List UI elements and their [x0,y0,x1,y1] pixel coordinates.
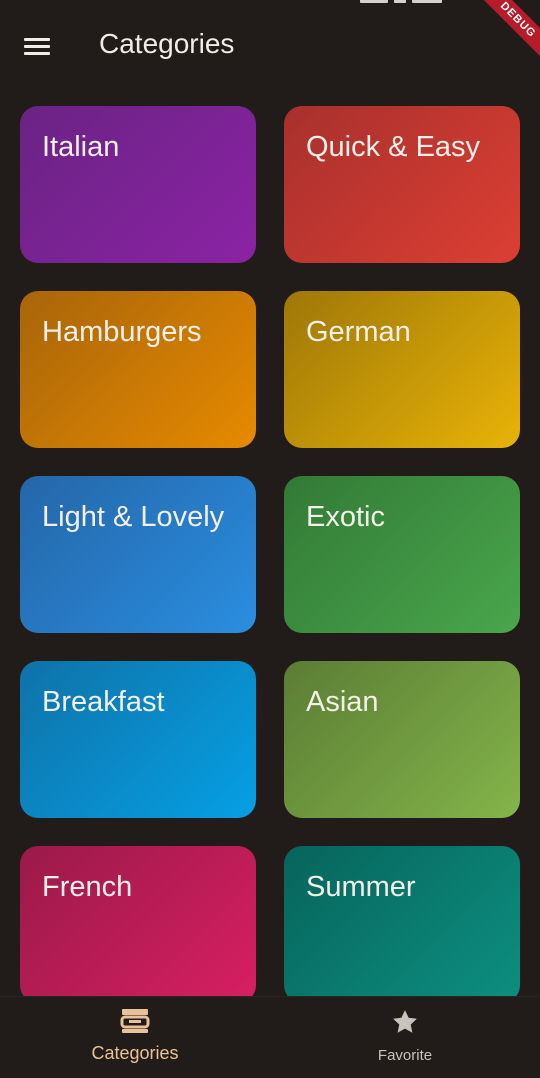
category-label: Light & Lovely [42,501,225,533]
category-grid: Italian Quick & Easy Hamburgers German L… [20,106,520,996]
nav-item-favorite[interactable]: Favorite [270,997,540,1078]
category-label: French [42,871,133,903]
category-tile-summer[interactable]: Summer [284,846,520,996]
category-tile-german[interactable]: German [284,291,520,448]
category-tile-quick-easy[interactable]: Quick & Easy [284,106,520,263]
star-icon [390,1007,420,1042]
categories-icon [120,1007,150,1040]
nav-label: Categories [91,1043,179,1063]
grid-viewport: Italian Quick & Easy Hamburgers German L… [0,0,540,996]
category-tile-exotic[interactable]: Exotic [284,476,520,633]
category-label: Exotic [306,501,385,533]
category-label: Asian [306,686,379,718]
bottom-nav: Categories Favorite [0,996,540,1078]
category-label: Summer [306,871,416,903]
screen: DEBUG Categories Italian Quick & Easy Ha… [0,0,540,1078]
category-tile-light-lovely[interactable]: Light & Lovely [20,476,256,633]
category-tile-breakfast[interactable]: Breakfast [20,661,256,818]
category-label: German [306,316,411,348]
category-label: Quick & Easy [306,131,481,163]
category-label: Hamburgers [42,316,202,348]
category-tile-french[interactable]: French [20,846,256,996]
category-tile-hamburgers[interactable]: Hamburgers [20,291,256,448]
nav-label: Favorite [377,1047,433,1064]
category-tile-asian[interactable]: Asian [284,661,520,818]
category-label: Italian [42,131,120,163]
category-label: Breakfast [42,686,165,718]
nav-item-categories[interactable]: Categories [0,997,270,1078]
category-tile-italian[interactable]: Italian [20,106,256,263]
